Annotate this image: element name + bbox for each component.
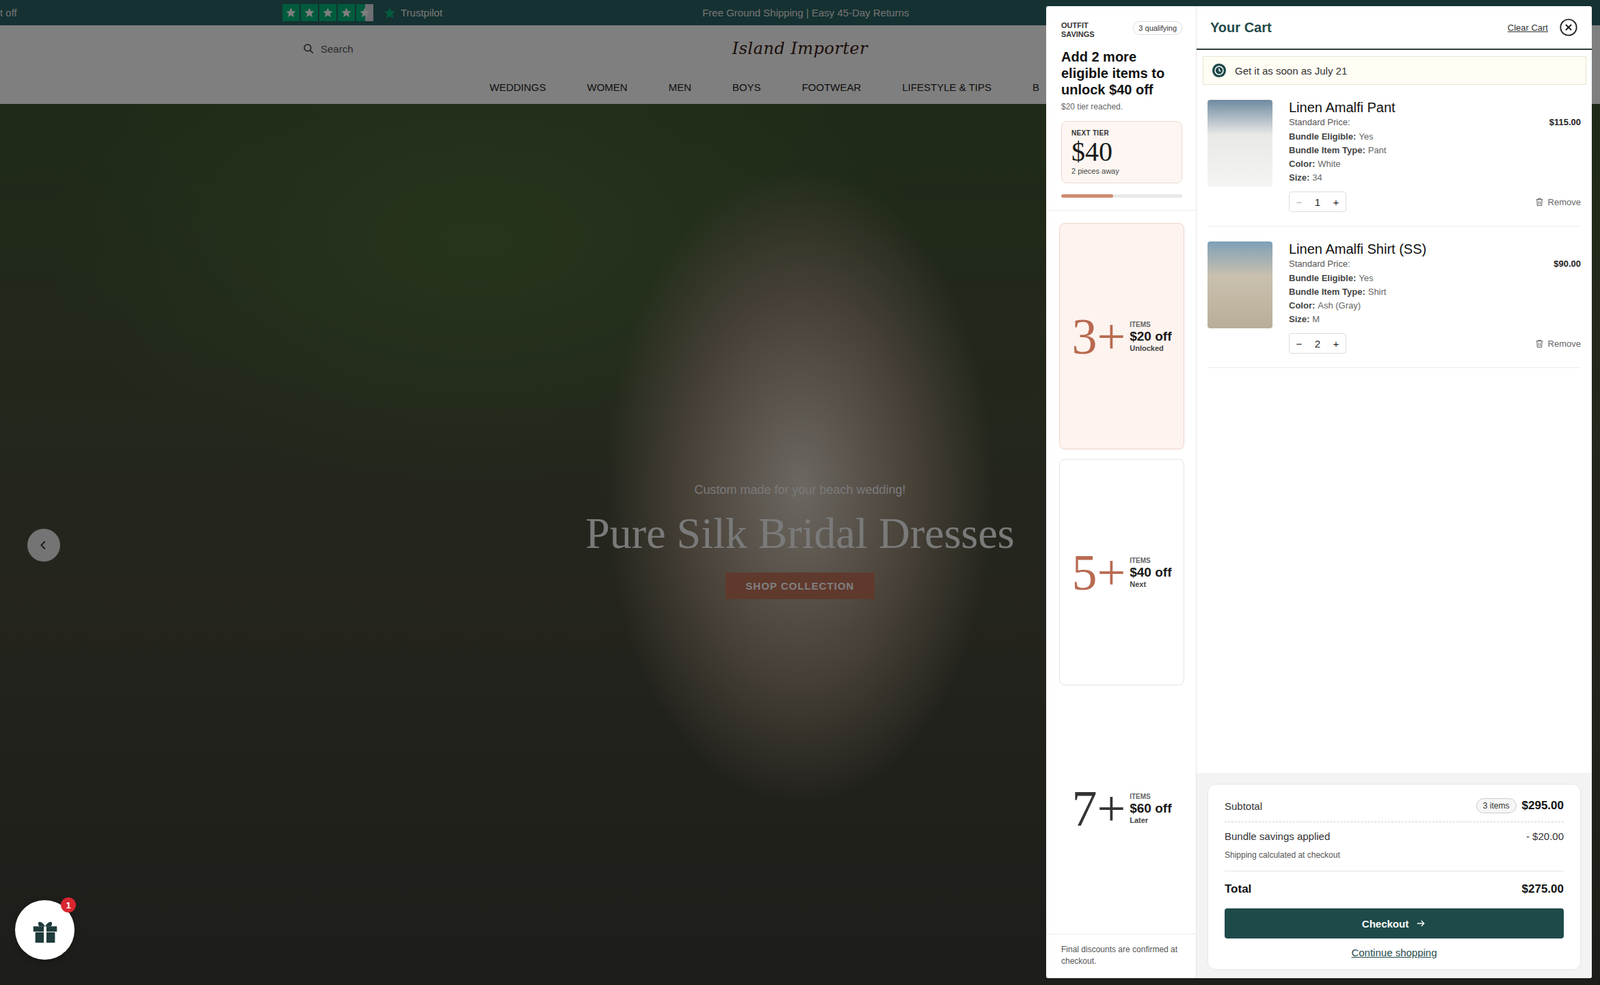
continue-shopping-link[interactable]: Continue shopping (1351, 946, 1437, 958)
product-name[interactable]: Linen Amalfi Pant (1288, 99, 1581, 116)
tier-reached: $20 tier reached. (1061, 101, 1183, 112)
product-name[interactable]: Linen Amalfi Shirt (SS) (1288, 241, 1581, 258)
checkout-button[interactable]: Checkout (1224, 908, 1564, 939)
gift-widget[interactable]: 1 (15, 899, 75, 960)
trash-icon (1534, 196, 1545, 208)
cart-title: Your Cart (1210, 19, 1272, 36)
order-summary: Subtotal3 items$295.00Bundle savings app… (1207, 783, 1581, 970)
delivery-estimate: Get it as soon as July 21 (1202, 56, 1587, 85)
quantity-stepper: −2+ (1288, 332, 1347, 354)
qualifying-badge: 3 qualifying (1132, 21, 1183, 35)
tier-list: 3+ITEMS$20 offUnlocked5+ITEMS$40 offNext… (1046, 210, 1196, 934)
next-tier-card: NEXT TIER$402 pieces away (1061, 121, 1183, 184)
cart-header: Your Cart Clear Cart (1196, 6, 1592, 50)
close-button[interactable] (1558, 17, 1579, 37)
product-photo[interactable] (1207, 241, 1273, 329)
product-price: $90.00 (1553, 258, 1581, 269)
savings-footnote: Final discounts are confirmed at checkou… (1046, 933, 1196, 978)
quantity-value[interactable]: 2 (1308, 337, 1327, 350)
tier-card: 3+ITEMS$20 offUnlocked (1059, 222, 1185, 450)
page: t offTrustpilotFree Ground Shipping | Ea… (0, 0, 1600, 985)
remove-button[interactable]: Remove (1534, 338, 1581, 349)
decrease-button[interactable]: − (1289, 333, 1309, 353)
close-icon (1558, 17, 1579, 37)
clear-cart-link[interactable]: Clear Cart (1507, 22, 1549, 33)
increase-button[interactable]: + (1326, 192, 1346, 212)
product-detail: Bundle Eligible:Yes (1288, 271, 1581, 286)
product-photo[interactable] (1207, 99, 1273, 187)
savings-headline: Add 2 more eligible items to unlock $40 … (1061, 48, 1183, 98)
product-detail: Size:M (1288, 312, 1581, 327)
product-price: $115.00 (1549, 116, 1581, 128)
product-detail: Bundle Item Type:Shirt (1288, 285, 1581, 299)
trash-icon (1534, 338, 1545, 349)
outfit-savings-panel: OUTFIT SAVINGS 3 qualifying Add 2 more eli… (1046, 6, 1197, 978)
cart-item: Linen Amalfi PantStandard Price:$115.00B… (1207, 84, 1581, 227)
gift-icon (29, 914, 61, 946)
summary-area: Subtotal3 items$295.00Bundle savings app… (1196, 772, 1592, 978)
product-detail: Bundle Eligible:Yes (1288, 129, 1581, 144)
tier-card: 5+ITEMS$40 offNext (1059, 458, 1185, 686)
decrease-button[interactable]: − (1289, 192, 1309, 212)
cart-drawer: OUTFIT SAVINGS 3 qualifying Add 2 more eli… (1046, 6, 1592, 978)
quantity-stepper: −1+ (1288, 191, 1347, 212)
item-count-badge: 3 items (1476, 797, 1517, 813)
arrow-right-icon (1415, 917, 1427, 929)
product-detail: Bundle Item Type:Pant (1288, 143, 1581, 158)
cart-item: Linen Amalfi Shirt (SS)Standard Price:$9… (1207, 226, 1581, 368)
quantity-value[interactable]: 1 (1308, 196, 1327, 208)
product-detail: Color:White (1288, 157, 1581, 171)
product-detail: Color:Ash (Gray) (1288, 298, 1581, 313)
tier-card: 7+ITEMS$60 offLater (1059, 694, 1185, 922)
cart-panel: Your Cart Clear Cart Get it as soon as Jul… (1196, 6, 1592, 978)
tier-progress-bar (1061, 194, 1183, 198)
remove-button[interactable]: Remove (1534, 196, 1581, 208)
clock-icon (1211, 62, 1227, 78)
product-detail: Size:34 (1288, 170, 1581, 185)
increase-button[interactable]: + (1326, 333, 1346, 353)
cart-items: Linen Amalfi PantStandard Price:$115.00B… (1196, 84, 1592, 773)
gift-badge: 1 (60, 897, 76, 913)
savings-label: OUTFIT SAVINGS (1061, 21, 1110, 39)
